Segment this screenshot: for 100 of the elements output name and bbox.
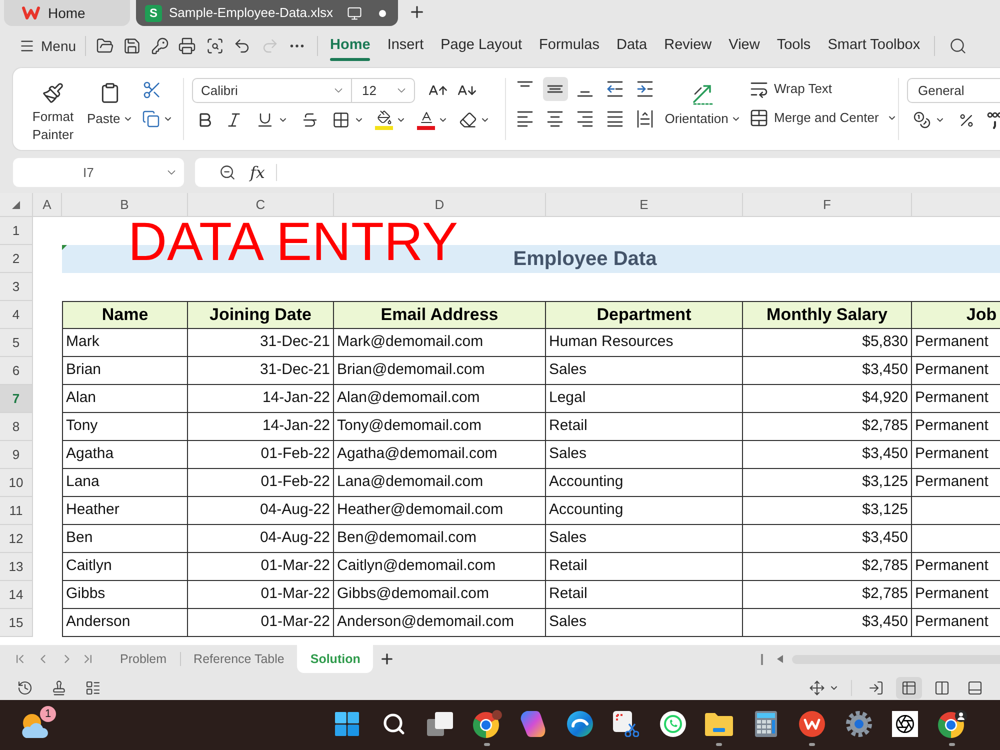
align-center-icon[interactable] <box>546 110 564 128</box>
new-tab-icon[interactable] <box>408 3 426 21</box>
browser-icon[interactable] <box>472 710 502 738</box>
history-icon[interactable] <box>17 680 33 696</box>
row-header[interactable]: 8 <box>0 413 33 441</box>
merge-center-button[interactable]: Merge and Center <box>749 108 897 128</box>
key-icon[interactable] <box>150 37 169 55</box>
select-all-button[interactable] <box>0 193 33 217</box>
paste-button[interactable]: Paste <box>87 68 134 150</box>
column-header[interactable]: F <box>743 193 912 217</box>
indent-increase-icon[interactable] <box>636 80 654 98</box>
ribbon-tab[interactable]: Insert <box>387 31 424 61</box>
row-header[interactable]: 5 <box>0 329 33 357</box>
snipping-tool-icon[interactable] <box>613 711 640 737</box>
row-header[interactable]: 13 <box>0 553 33 581</box>
row-header[interactable]: 2 <box>0 245 33 273</box>
distributed-icon[interactable] <box>636 110 654 128</box>
windows-logo-icon[interactable] <box>335 712 360 736</box>
ribbon-tab[interactable]: Formulas <box>539 31 600 61</box>
column-header[interactable]: D <box>334 193 546 217</box>
stamp-icon[interactable] <box>51 680 67 696</box>
gear-icon[interactable] <box>846 711 872 737</box>
paintbrush-icon[interactable] <box>42 82 64 104</box>
merge-cells-icon[interactable] <box>749 108 769 128</box>
format-painter-button[interactable]: Format Painter <box>27 68 79 150</box>
row-header[interactable]: 1 <box>0 217 33 245</box>
row-header[interactable]: 4 <box>0 301 33 329</box>
folder-icon[interactable] <box>96 37 114 55</box>
coins-icon[interactable] <box>913 111 931 129</box>
window-tab[interactable]: S Sample-Employee-Data.xlsx <box>136 0 398 26</box>
printer-icon[interactable] <box>178 37 196 55</box>
scissors-icon[interactable] <box>142 80 162 100</box>
eraser-icon[interactable] <box>459 111 477 129</box>
column-header[interactable]: E <box>546 193 743 217</box>
move-icon[interactable] <box>809 680 825 696</box>
row-header[interactable]: 3 <box>0 273 33 301</box>
copy-icon[interactable] <box>142 110 160 128</box>
wrap-text-button[interactable]: Wrap Text <box>749 78 897 100</box>
ribbon-tab[interactable]: Home <box>330 31 370 61</box>
zoom-out-icon[interactable] <box>219 164 236 181</box>
sheet-tab[interactable]: Reference Table <box>180 645 298 673</box>
view-mode-button[interactable] <box>896 677 922 699</box>
row-header[interactable]: 14 <box>0 581 33 609</box>
font-size-field[interactable]: 12 <box>352 78 415 103</box>
row-header[interactable]: 6 <box>0 357 33 385</box>
justify-icon[interactable] <box>606 110 624 128</box>
fx-label[interactable]: fx <box>250 160 265 184</box>
ribbon-tab[interactable]: View <box>728 31 760 61</box>
sheet-tab[interactable]: Solution <box>297 645 374 673</box>
window-tab[interactable]: Home <box>4 0 130 26</box>
menu-icon[interactable] <box>19 38 35 54</box>
save-icon[interactable] <box>123 37 142 55</box>
monitor-icon[interactable] <box>347 6 362 20</box>
task-view-icon[interactable] <box>427 712 454 736</box>
ribbon-tab[interactable]: Smart Toolbox <box>828 31 920 61</box>
row-header[interactable]: 7 <box>0 385 33 413</box>
undo-icon[interactable] <box>233 37 252 55</box>
list-layout-icon[interactable] <box>85 680 101 696</box>
scroll-left-icon[interactable] <box>777 655 783 663</box>
row-header[interactable]: 10 <box>0 469 33 497</box>
grid-icon[interactable] <box>332 111 350 129</box>
align-right-icon[interactable] <box>576 110 594 128</box>
name-box[interactable]: I7 <box>13 158 184 187</box>
ribbon-tab[interactable]: Page Layout <box>440 31 522 61</box>
row-header[interactable]: 9 <box>0 441 33 469</box>
align-left-icon[interactable] <box>516 110 534 128</box>
number-format-field[interactable]: General <box>907 78 1000 103</box>
indent-decrease-icon[interactable] <box>606 80 624 98</box>
add-sheet-icon[interactable] <box>379 651 396 667</box>
row-header[interactable]: 12 <box>0 525 33 553</box>
office-logo-icon[interactable] <box>799 711 826 737</box>
text-color-icon[interactable] <box>417 110 435 130</box>
search-icon[interactable] <box>382 712 406 736</box>
calculator-icon[interactable] <box>754 711 777 737</box>
paint-bucket-icon[interactable] <box>375 110 393 130</box>
folder-icon[interactable] <box>705 712 734 736</box>
sheet-tab[interactable]: Problem <box>107 645 180 673</box>
scan-search-icon[interactable] <box>206 37 224 55</box>
align-middle-button[interactable] <box>542 77 568 101</box>
ribbon-tab[interactable]: Tools <box>776 31 811 61</box>
font-field[interactable]: Calibri <box>192 78 352 103</box>
ribbon-tab[interactable]: Data <box>616 31 648 61</box>
italic-icon[interactable] <box>225 111 243 129</box>
wave-browser-icon[interactable] <box>566 711 593 737</box>
column-header[interactable]: A <box>33 193 62 217</box>
row-header[interactable]: 15 <box>0 609 33 637</box>
search-icon[interactable] <box>949 37 967 55</box>
percent-icon[interactable] <box>958 112 975 128</box>
browser-profile-icon[interactable] <box>936 710 967 738</box>
ribbon-tab[interactable]: Review <box>664 31 712 61</box>
swirl-logo-icon[interactable] <box>520 711 546 737</box>
comma-style-icon[interactable] <box>987 111 1000 129</box>
menu-button[interactable]: Menu <box>12 32 84 60</box>
underline-icon[interactable] <box>256 111 274 129</box>
weather-icon[interactable] <box>20 711 50 739</box>
knot-logo-icon[interactable] <box>892 711 918 737</box>
row-header[interactable]: 11 <box>0 497 33 525</box>
orientation-button[interactable]: Orientation <box>661 68 745 150</box>
column-header[interactable]: B <box>62 193 188 217</box>
strikethrough-icon[interactable] <box>301 111 319 129</box>
